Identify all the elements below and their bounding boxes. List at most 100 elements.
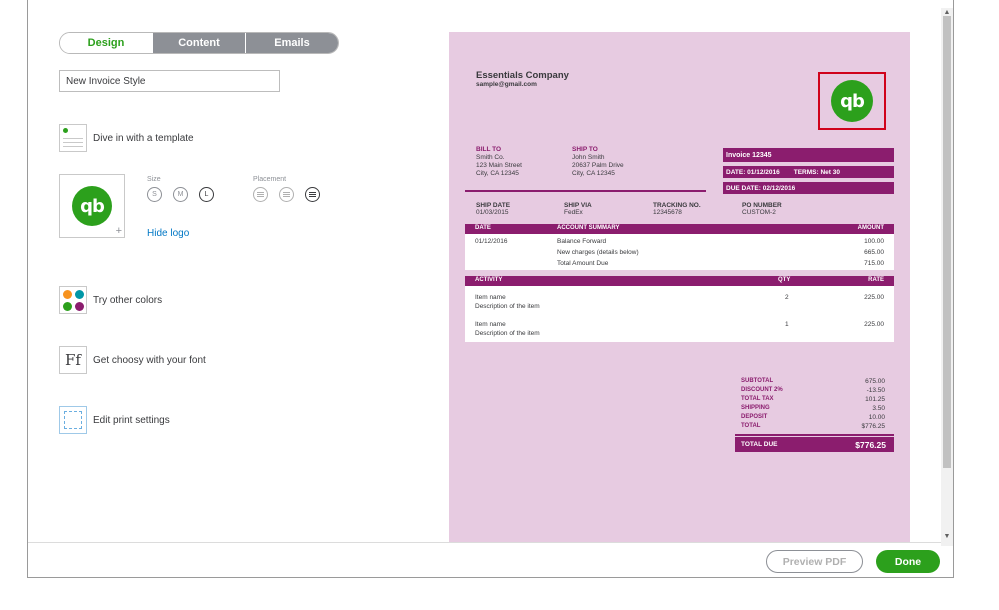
activity-table: ACTIVITY QTY RATE Item name 2 225.00 Des… bbox=[465, 276, 894, 342]
cell-item-desc: Description of the item bbox=[475, 303, 540, 310]
print-settings-icon bbox=[59, 406, 87, 434]
column-header: DATE bbox=[475, 225, 491, 231]
cell-desc: New charges (details below) bbox=[557, 249, 639, 256]
template-icon bbox=[59, 124, 87, 152]
column-header: RATE bbox=[868, 277, 884, 283]
divider bbox=[465, 190, 706, 192]
quickbooks-logo: qb bbox=[72, 186, 112, 226]
table-header: DATE ACCOUNT SUMMARY AMOUNT bbox=[465, 224, 894, 234]
ship-to-line: City, CA 12345 bbox=[572, 170, 615, 177]
column-header: ACCOUNT SUMMARY bbox=[557, 225, 620, 231]
ship-via-value: FedEx bbox=[564, 209, 583, 216]
po-number-value: CUSTOM-2 bbox=[742, 209, 776, 216]
table-row: Total Amount Due 715.00 bbox=[465, 259, 894, 269]
placement-left-icon[interactable] bbox=[253, 187, 268, 202]
column-header: ACTIVITY bbox=[475, 277, 503, 283]
tab-design[interactable]: Design bbox=[60, 33, 152, 53]
placement-label: Placement bbox=[253, 176, 287, 183]
column-header: AMOUNT bbox=[857, 225, 884, 231]
print-settings-label: Edit print settings bbox=[93, 414, 170, 426]
cell-qty: 1 bbox=[785, 321, 789, 328]
table-header: ACTIVITY QTY RATE bbox=[465, 276, 894, 286]
total-label: TOTAL TAX bbox=[741, 396, 774, 402]
size-medium-button[interactable]: M bbox=[173, 187, 188, 202]
size-large-button[interactable]: L bbox=[199, 187, 214, 202]
size-label: Size bbox=[147, 176, 161, 183]
preview-pdf-button[interactable]: Preview PDF bbox=[766, 550, 863, 573]
invoice-logo[interactable]: qb bbox=[818, 72, 886, 130]
table-row: Description of the item bbox=[465, 302, 894, 312]
table-row: New charges (details below) 665.00 bbox=[465, 248, 894, 258]
scroll-up-icon[interactable]: ▲ bbox=[943, 9, 951, 16]
account-summary-table: DATE ACCOUNT SUMMARY AMOUNT 01/12/2016 B… bbox=[465, 224, 894, 270]
tab-bar: Design Content Emails bbox=[59, 32, 339, 54]
total-value: 675.00 bbox=[865, 378, 885, 385]
cell-amount: 715.00 bbox=[864, 260, 884, 267]
total-value: 101.25 bbox=[865, 396, 885, 403]
template-label: Dive in with a template bbox=[93, 132, 194, 144]
hide-logo-link[interactable]: Hide logo bbox=[147, 228, 189, 239]
table-row: 01/12/2016 Balance Forward 100.00 bbox=[465, 237, 894, 247]
cell-qty: 2 bbox=[785, 294, 789, 301]
company-email: sample@gmail.com bbox=[476, 81, 537, 88]
company-name: Essentials Company bbox=[476, 70, 569, 81]
add-logo-icon[interactable]: + bbox=[116, 225, 122, 237]
invoice-terms: TERMS: Net 30 bbox=[793, 168, 840, 176]
total-label: TOTAL bbox=[741, 423, 761, 429]
cell-item-name: Item name bbox=[475, 294, 506, 301]
template-option[interactable]: Dive in with a template bbox=[59, 124, 194, 152]
cell-rate: 225.00 bbox=[864, 321, 884, 328]
logo-upload[interactable]: qb + bbox=[59, 174, 125, 238]
ship-to-line: John Smith bbox=[572, 154, 605, 161]
font-icon: Ff bbox=[59, 346, 87, 374]
placement-right-icon[interactable] bbox=[305, 187, 320, 202]
total-due-bar: TOTAL DUE $776.25 bbox=[735, 437, 894, 452]
total-due-value: $776.25 bbox=[855, 439, 886, 450]
invoice-quickbooks-logo: qb bbox=[831, 80, 873, 122]
style-name-input[interactable] bbox=[59, 70, 280, 92]
done-button[interactable]: Done bbox=[876, 550, 940, 573]
total-label: SHIPPING bbox=[741, 405, 770, 411]
print-settings-option[interactable]: Edit print settings bbox=[59, 406, 170, 434]
tab-content[interactable]: Content bbox=[152, 33, 245, 53]
font-option[interactable]: Ff Get choosy with your font bbox=[59, 346, 206, 374]
total-label: SUBTOTAL bbox=[741, 378, 774, 384]
total-value: 3.50 bbox=[872, 405, 885, 412]
ship-to-line: 20637 Palm Drive bbox=[572, 162, 624, 169]
cell-item-desc: Description of the item bbox=[475, 330, 540, 337]
cell-amount: 665.00 bbox=[864, 249, 884, 256]
total-label: DEPOSIT bbox=[741, 414, 768, 420]
ship-date-value: 01/03/2015 bbox=[476, 209, 509, 216]
placement-center-icon[interactable] bbox=[279, 187, 294, 202]
cell-item-name: Item name bbox=[475, 321, 506, 328]
total-label: DISCOUNT 2% bbox=[741, 387, 783, 393]
cell-desc: Total Amount Due bbox=[557, 260, 609, 267]
invoice-date: DATE: 01/12/2016 bbox=[726, 168, 780, 176]
scroll-down-icon[interactable]: ▼ bbox=[943, 533, 951, 540]
bill-to-label: BILL TO bbox=[476, 146, 502, 153]
total-value: 10.00 bbox=[868, 414, 885, 421]
scrollbar-thumb[interactable] bbox=[943, 16, 951, 468]
total-due-label: TOTAL DUE bbox=[741, 441, 778, 448]
cell-desc: Balance Forward bbox=[557, 238, 607, 245]
invoice-date-bar: DATE: 01/12/2016 TERMS: Net 30 bbox=[723, 166, 894, 178]
total-value: $776.25 bbox=[861, 423, 886, 430]
color-palette-icon bbox=[59, 286, 87, 314]
size-small-button[interactable]: S bbox=[147, 187, 162, 202]
colors-option[interactable]: Try other colors bbox=[59, 286, 162, 314]
cell-rate: 225.00 bbox=[864, 294, 884, 301]
total-value: -13.50 bbox=[866, 387, 885, 394]
bill-to-line: City, CA 12345 bbox=[476, 170, 519, 177]
cell-date: 01/12/2016 bbox=[475, 238, 508, 245]
colors-label: Try other colors bbox=[93, 294, 163, 306]
cell-amount: 100.00 bbox=[864, 238, 884, 245]
tracking-value: 12345678 bbox=[653, 209, 682, 216]
column-header: QTY bbox=[778, 277, 791, 283]
invoice-number: Invoice 12345 bbox=[723, 148, 894, 162]
divider bbox=[735, 434, 894, 436]
footer-divider bbox=[28, 542, 941, 543]
bill-to-line: 123 Main Street bbox=[476, 162, 522, 169]
tab-emails[interactable]: Emails bbox=[245, 33, 338, 53]
font-label: Get choosy with your font bbox=[93, 354, 206, 366]
table-row: Description of the item bbox=[465, 329, 894, 339]
